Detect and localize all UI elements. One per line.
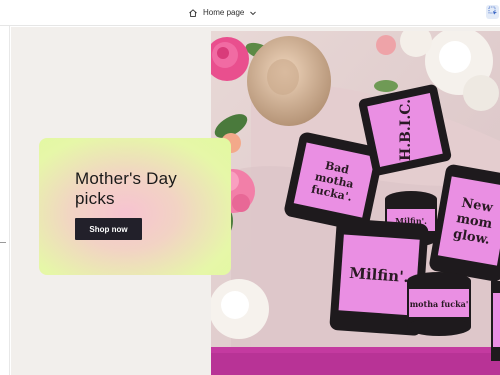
candle-small-motha: motha fucka': [407, 272, 471, 336]
home-icon: [188, 8, 198, 18]
candle-hbic: H.B.I.C.: [358, 84, 452, 176]
page-selector[interactable]: Home page: [188, 5, 257, 20]
editor-toolbar: Home page: [0, 0, 500, 26]
page-canvas: Bad motha fucka'. H.B.I.C. Milfin'. New: [11, 27, 500, 375]
left-rail: [0, 26, 10, 375]
promo-card: Mother's Day picks Shop now: [39, 138, 231, 275]
svg-text:motha fucka': motha fucka': [410, 299, 469, 309]
svg-text:H.B.I.C.: H.B.I.C.: [398, 99, 414, 161]
select-tool-icon: [488, 3, 498, 21]
rail-tick: [0, 242, 6, 243]
shop-now-button[interactable]: Shop now: [75, 218, 142, 240]
select-tool-button[interactable]: [486, 5, 499, 19]
promo-title: Mother's Day picks: [75, 169, 178, 208]
hero-product-image: Bad motha fucka'. H.B.I.C. Milfin'. New: [211, 31, 500, 375]
chevron-down-icon: [249, 9, 257, 17]
page-selector-label: Home page: [203, 8, 245, 17]
gold-ornament: [247, 36, 331, 126]
candle-edge-right: [491, 281, 500, 361]
